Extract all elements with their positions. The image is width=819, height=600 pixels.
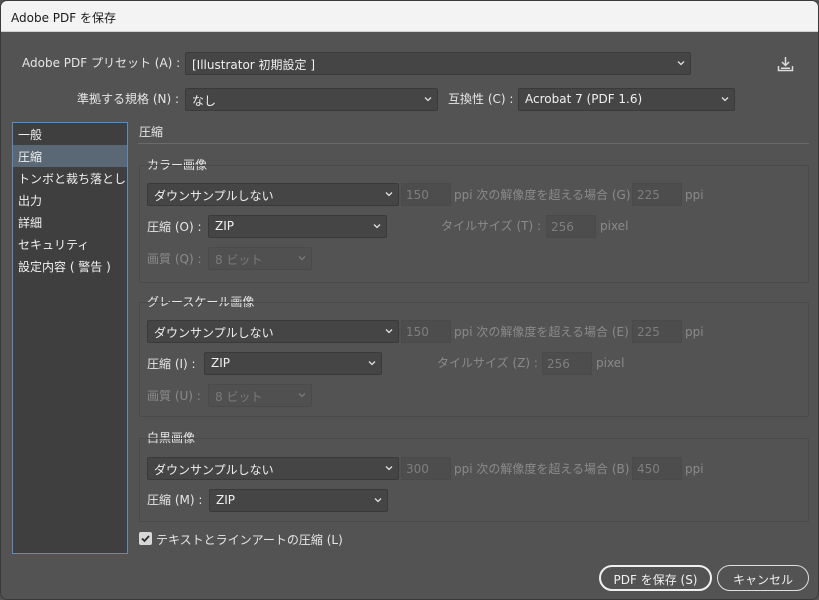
mono-downsample-value: ダウンサンプルしない [154,463,274,477]
gray-above-input[interactable]: 225 [632,320,682,343]
chevron-down-icon [373,222,381,230]
gray-compression-select[interactable]: ZIP [204,352,382,375]
gray-ppi-input[interactable]: 150 [401,320,451,343]
window-title: Adobe PDF を保存 [11,11,116,25]
gray-tile-unit: pixel [596,356,625,370]
chevron-down-icon [368,359,376,367]
mono-ppi-text: ppi 次の解像度を超える場合 (B) [454,462,630,476]
download-icon[interactable] [777,56,794,72]
gray-quality-label: 画質 (U) : [147,389,201,403]
preset-value: [Illustrator 初期設定 ] [192,58,316,72]
standard-select[interactable]: なし [185,88,438,111]
mono-compression-value: ZIP [216,493,235,507]
gray-compression-label: 圧縮 (I) : [147,357,196,371]
color-ppi-input[interactable]: 150 [401,183,451,206]
chevron-down-icon [424,95,432,103]
gray-tile-input[interactable]: 256 [542,352,592,375]
color-ppi-text: ppi 次の解像度を超える場合 (G) [454,188,631,202]
divider [138,143,809,144]
save-pdf-dialog: Adobe PDF を保存 Adobe PDF プリセット (A) : [Ill… [0,0,819,600]
cancel-button[interactable]: キャンセル [717,565,809,591]
sidebar-item[interactable]: 出力 [13,189,127,211]
mono-above-input[interactable]: 450 [632,457,682,480]
sidebar-item[interactable]: トンボと裁ち落とし [13,167,127,189]
gray-downsample-value: ダウンサンプルしない [154,326,274,340]
color-quality-label: 画質 (Q) : [147,252,202,266]
sidebar-item[interactable]: 一般 [13,123,127,145]
gray-tile-label: タイルサイズ (Z) : [437,356,538,370]
category-sidebar: 一般 圧縮 トンボと裁ち落とし 出力 詳細 セキュリティ 設定内容 ( 警告 ) [12,122,128,554]
compat-value: Acrobat 7 (PDF 1.6) [525,92,643,106]
color-above-unit: ppi [685,188,704,202]
color-compression-label: 圧縮 (O) : [147,220,202,234]
color-quality-select[interactable]: 8 ビット [208,247,312,270]
gray-downsample-select[interactable]: ダウンサンプルしない [147,320,399,343]
text-art-label: テキストとラインアートの圧縮 (L) [156,533,343,547]
mono-above-unit: ppi [685,462,704,476]
panel-title: 圧縮 [139,125,164,139]
preset-label: Adobe PDF プリセット (A) : [22,56,181,70]
chevron-down-icon [721,95,729,103]
title-bar: Adobe PDF を保存 [1,1,818,32]
mono-ppi-input[interactable]: 300 [401,457,451,480]
compat-label: 互換性 (C) : [448,92,514,106]
color-tile-label: タイルサイズ (T) : [441,219,542,233]
compat-select[interactable]: Acrobat 7 (PDF 1.6) [518,88,735,111]
sidebar-item[interactable]: セキュリティ [13,233,127,255]
color-downsample-value: ダウンサンプルしない [154,189,274,203]
chevron-down-icon [374,496,382,504]
color-tile-unit: pixel [600,219,629,233]
chevron-down-icon [677,59,685,67]
chevron-down-icon [298,391,306,399]
standard-value: なし [192,94,217,108]
preset-select[interactable]: [Illustrator 初期設定 ] [185,52,691,75]
mono-downsample-select[interactable]: ダウンサンプルしない [147,457,399,480]
chevron-down-icon [385,464,393,472]
chevron-down-icon [385,327,393,335]
color-above-input[interactable]: 225 [632,183,682,206]
color-tile-input[interactable]: 256 [546,215,596,238]
chevron-down-icon [298,254,306,262]
color-downsample-select[interactable]: ダウンサンプルしない [147,183,399,206]
color-compression-value: ZIP [215,219,234,233]
sidebar-item[interactable]: 詳細 [13,211,127,233]
sidebar-item[interactable]: 圧縮 [13,145,127,167]
text-art-checkbox[interactable] [139,532,152,545]
category-list: 一般 圧縮 トンボと裁ち落とし 出力 詳細 セキュリティ 設定内容 ( 警告 ) [13,123,127,277]
color-quality-value: 8 ビット [215,253,263,267]
gray-ppi-text: ppi 次の解像度を超える場合 (E) [454,325,629,339]
mono-compression-select[interactable]: ZIP [209,489,388,512]
save-pdf-button[interactable]: PDF を保存 (S) [599,565,712,591]
standard-label: 準拠する規格 (N) : [77,92,180,106]
sidebar-item[interactable]: 設定内容 ( 警告 ) [13,255,127,277]
gray-quality-value: 8 ビット [215,390,263,404]
color-compression-select[interactable]: ZIP [208,215,387,238]
gray-above-unit: ppi [685,325,704,339]
gray-compression-value: ZIP [211,356,230,370]
mono-compression-label: 圧縮 (M) : [147,493,203,507]
chevron-down-icon [385,190,393,198]
gray-quality-select[interactable]: 8 ビット [208,384,312,407]
